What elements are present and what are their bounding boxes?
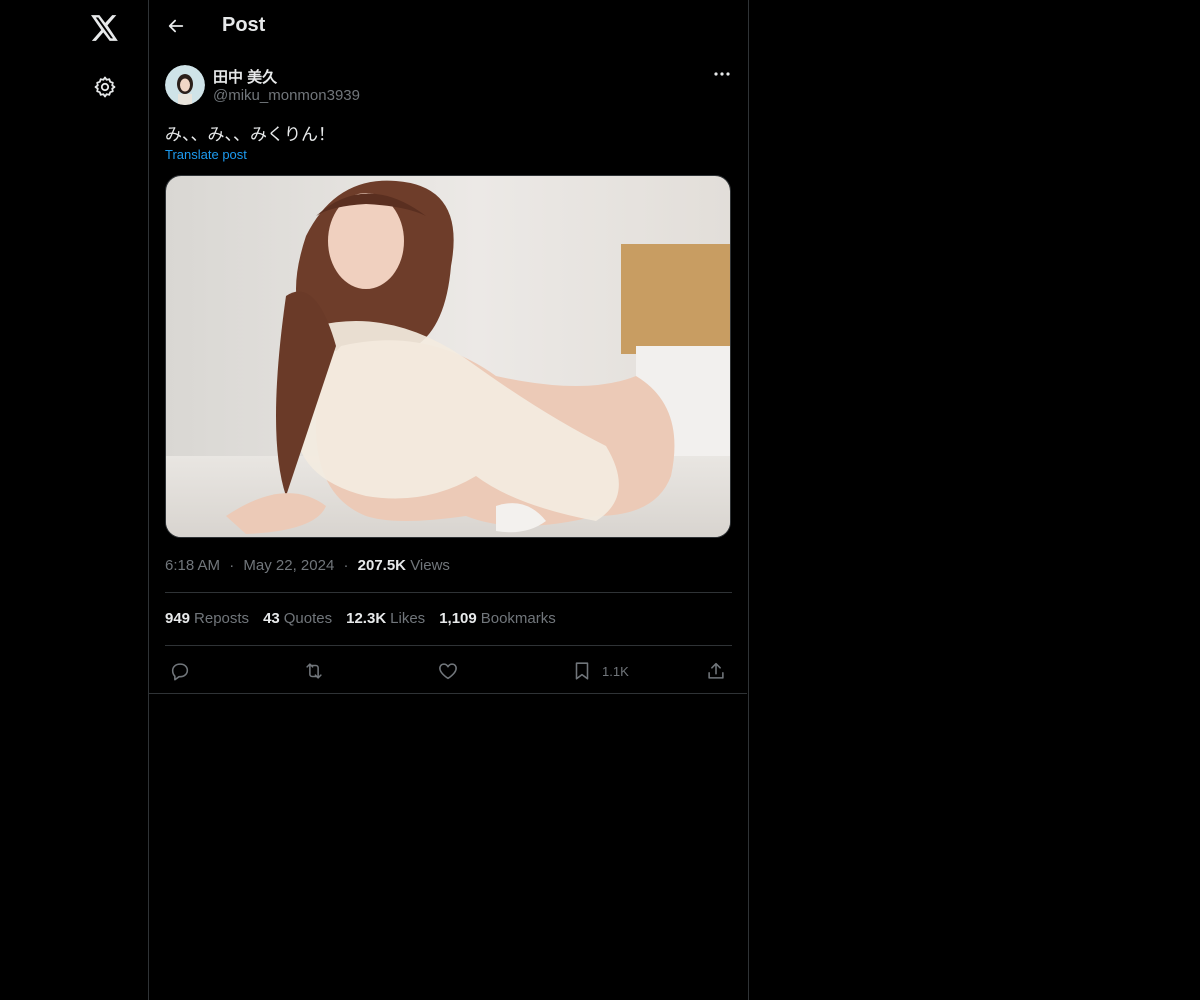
reposts-label: Reposts bbox=[194, 610, 250, 627]
post-actions: 1.1K bbox=[165, 655, 732, 687]
heart-icon bbox=[439, 663, 457, 680]
back-arrow-icon[interactable] bbox=[159, 9, 193, 43]
post-media-image[interactable] bbox=[165, 175, 731, 538]
post-text: み、、み、、みくりん！ bbox=[165, 125, 335, 145]
like-button[interactable] bbox=[437, 655, 459, 687]
page-title: Post bbox=[222, 14, 266, 36]
likes-stat[interactable]: 12.3K Likes bbox=[346, 610, 425, 627]
more-options-icon[interactable] bbox=[712, 64, 732, 84]
bookmark-count: 1.1K bbox=[602, 663, 629, 679]
reposts-count: 949 bbox=[165, 610, 191, 627]
share-icon bbox=[708, 662, 724, 679]
share-button[interactable] bbox=[705, 655, 727, 687]
nav-rail bbox=[0, 0, 149, 1000]
translate-post-link[interactable]: Translate post bbox=[165, 147, 247, 162]
x-logo-icon[interactable] bbox=[83, 6, 127, 50]
avatar[interactable] bbox=[165, 65, 205, 105]
reposts-stat[interactable]: 949 Reposts bbox=[165, 610, 249, 627]
post-date[interactable]: May 22, 2024 bbox=[243, 557, 334, 574]
bookmark-icon bbox=[575, 662, 589, 680]
repost-icon bbox=[306, 663, 322, 679]
reply-button[interactable] bbox=[169, 655, 191, 687]
post-time[interactable]: 6:18 AM bbox=[165, 557, 220, 574]
main-column: Post 田中 美久 @miku_monmon3939 み、、み、、みくりん！ … bbox=[149, 0, 749, 1000]
quotes-count: 43 bbox=[263, 610, 280, 627]
bookmarks-stat[interactable]: 1,109 Bookmarks bbox=[439, 610, 556, 627]
post-author: 田中 美久 @miku_monmon3939 bbox=[165, 64, 732, 108]
settings-gear-icon[interactable] bbox=[83, 65, 127, 109]
author-handle[interactable]: @miku_monmon3939 bbox=[213, 87, 360, 104]
likes-label: Likes bbox=[390, 610, 426, 627]
post-stats: 949 Reposts 43 Quotes 12.3K Likes 1,109 Book… bbox=[165, 610, 556, 627]
meta-separator: · bbox=[229, 557, 235, 574]
quotes-label: Quotes bbox=[283, 610, 333, 627]
post-bottom-border bbox=[149, 693, 747, 694]
views-label: Views bbox=[410, 557, 450, 574]
bookmarks-label: Bookmarks bbox=[480, 610, 556, 627]
bookmark-button[interactable]: 1.1K bbox=[571, 655, 629, 687]
author-display-name[interactable]: 田中 美久 bbox=[213, 66, 277, 87]
likes-count: 12.3K bbox=[346, 610, 387, 627]
bookmarks-count: 1,109 bbox=[439, 610, 477, 627]
post-meta: 6:18 AM · May 22, 2024 · 207.5K Views bbox=[165, 557, 450, 574]
divider bbox=[165, 592, 732, 593]
reply-icon bbox=[171, 663, 189, 681]
views-count: 207.5K bbox=[357, 557, 407, 574]
repost-button[interactable] bbox=[302, 655, 326, 687]
divider bbox=[165, 645, 732, 646]
quotes-stat[interactable]: 43 Quotes bbox=[263, 610, 332, 627]
meta-separator: · bbox=[343, 557, 349, 574]
page-header: Post bbox=[149, 0, 747, 53]
